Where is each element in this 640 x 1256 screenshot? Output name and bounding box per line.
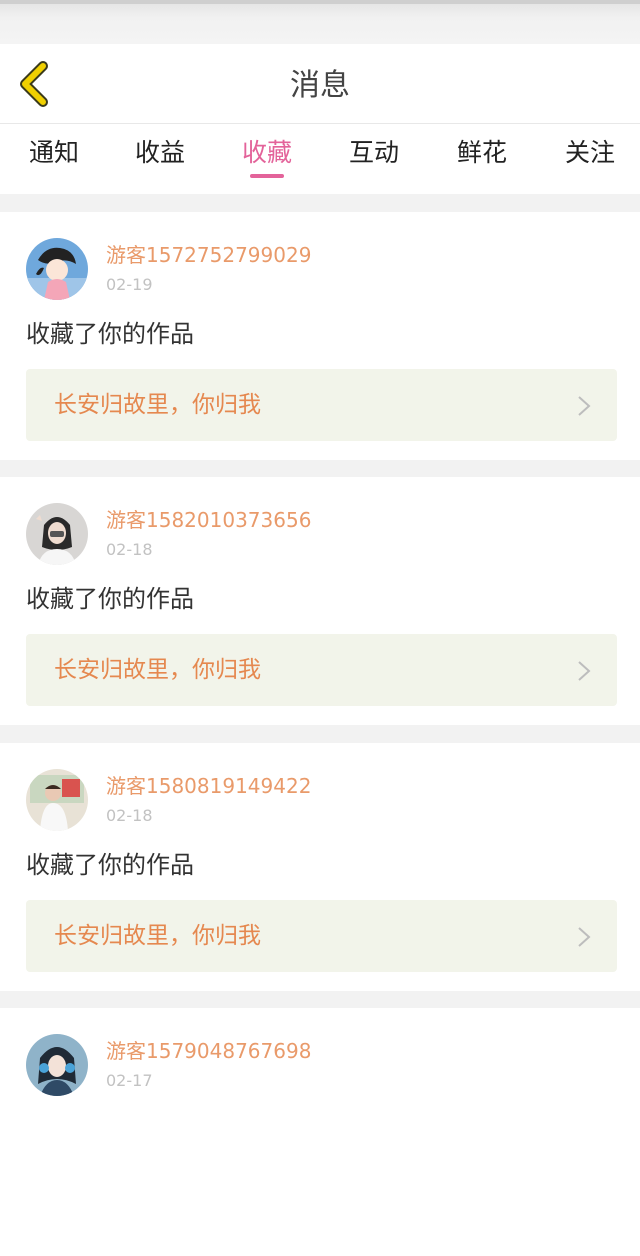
- date: 02-18: [106, 806, 153, 825]
- notification-card: 游客1572752799029 02-19 收藏了你的作品 长安归故里，你归我: [0, 212, 640, 460]
- username[interactable]: 游客1572752799029: [106, 242, 311, 268]
- action-text: 收藏了你的作品: [26, 585, 194, 613]
- tab-flowers[interactable]: 鲜花: [428, 136, 536, 170]
- date: 02-17: [106, 1071, 153, 1090]
- date: 02-18: [106, 540, 153, 559]
- notification-card: 游客1580819149422 02-18 收藏了你的作品 长安归故里，你归我: [0, 743, 640, 991]
- work-title: 长安归故里，你归我: [54, 923, 261, 949]
- chevron-right-icon: [578, 661, 591, 681]
- date: 02-19: [106, 275, 153, 294]
- status-bar: [0, 0, 640, 44]
- chevron-right-icon: [578, 396, 591, 416]
- avatar[interactable]: [26, 503, 88, 565]
- notification-card: 游客1582010373656 02-18 收藏了你的作品 长安归故里，你归我: [0, 477, 640, 725]
- action-text: 收藏了你的作品: [26, 320, 194, 348]
- avatar[interactable]: [26, 1034, 88, 1096]
- username[interactable]: 游客1580819149422: [106, 773, 311, 799]
- username[interactable]: 游客1582010373656: [106, 507, 311, 533]
- tab-earnings[interactable]: 收益: [106, 136, 214, 170]
- work-title: 长安归故里，你归我: [54, 392, 261, 418]
- tab-favorites[interactable]: 收藏: [213, 136, 321, 170]
- action-text: 收藏了你的作品: [26, 851, 194, 879]
- tab-notify[interactable]: 通知: [0, 136, 108, 170]
- avatar[interactable]: [26, 238, 88, 300]
- chevron-right-icon: [578, 927, 591, 947]
- work-title: 长安归故里，你归我: [54, 657, 261, 683]
- tab-bar: 通知 收益 收藏 互动 鲜花 关注: [0, 124, 640, 194]
- avatar[interactable]: [26, 769, 88, 831]
- notification-card: 游客1579048767698 02-17: [0, 1008, 640, 1256]
- work-link[interactable]: 长安归故里，你归我: [26, 369, 617, 441]
- page-title: 消息: [290, 68, 350, 103]
- header: 消息: [0, 44, 640, 124]
- work-link[interactable]: 长安归故里，你归我: [26, 634, 617, 706]
- tab-follow[interactable]: 关注: [536, 136, 640, 170]
- tab-interaction[interactable]: 互动: [320, 136, 428, 170]
- active-tab-indicator: [250, 174, 284, 178]
- work-link[interactable]: 长安归故里，你归我: [26, 900, 617, 972]
- username[interactable]: 游客1579048767698: [106, 1038, 311, 1064]
